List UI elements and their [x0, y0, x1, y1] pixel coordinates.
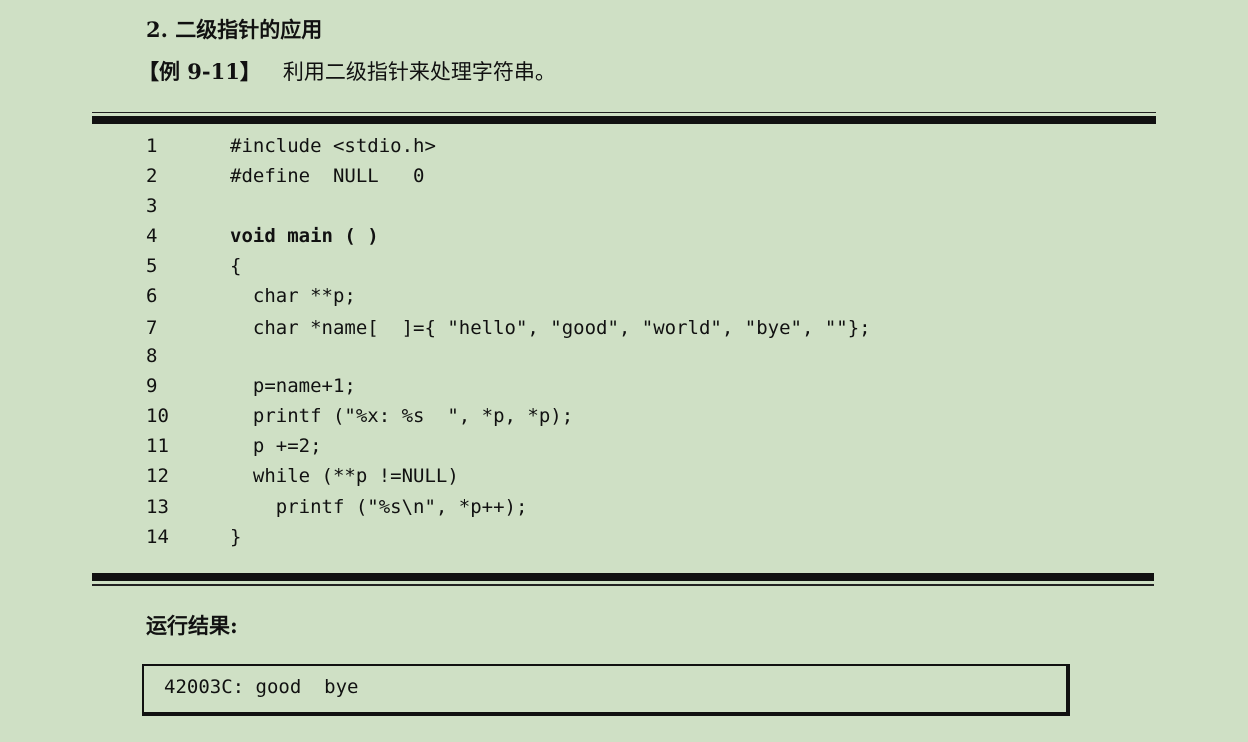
line-number: 1: [146, 135, 158, 157]
code-text: {: [230, 255, 242, 277]
line-number: 3: [146, 195, 158, 217]
section-heading: 2. 二级指针的应用: [146, 17, 323, 42]
code-text: p +=2;: [230, 435, 322, 457]
code-text: p=name+1;: [230, 375, 356, 397]
line-number: 10: [146, 405, 169, 427]
line-number: 14: [146, 526, 169, 548]
line-number: 13: [146, 496, 169, 518]
code-text: #define NULL 0: [230, 165, 425, 187]
line-number: 9: [146, 375, 158, 397]
line-number: 2: [146, 165, 158, 187]
line-number: 5: [146, 255, 158, 277]
line-number: 6: [146, 285, 158, 307]
run-result-label: 运行结果:: [146, 613, 238, 638]
code-text: }: [230, 526, 242, 548]
example-description: 利用二级指针来处理字符串。: [282, 60, 556, 84]
line-number: 8: [146, 345, 158, 367]
line-number: 4: [146, 225, 158, 247]
output-text: 42003C: good bye: [164, 676, 359, 698]
code-text: printf ("%x: %s ", *p, *p);: [230, 405, 574, 427]
line-number: 11: [146, 435, 169, 457]
code-top-rule: [92, 112, 1156, 125]
code-text: char *name[ ]={ "hello", "good", "world"…: [230, 317, 871, 339]
example-caption: 【例 9-11】 利用二级指针来处理字符串。: [138, 56, 556, 86]
example-label: 【例 9-11】: [138, 59, 261, 84]
code-text: char **p;: [230, 285, 356, 307]
code-text: while (**p !=NULL): [230, 465, 459, 487]
code-bottom-rule: [92, 573, 1154, 593]
line-number: 12: [146, 465, 169, 487]
code-text: #include <stdio.h>: [230, 135, 436, 157]
output-box: 42003C: good bye: [142, 664, 1070, 716]
code-text: void main ( ): [230, 225, 379, 247]
code-text: printf ("%s\n", *p++);: [230, 496, 528, 518]
line-number: 7: [146, 317, 158, 339]
